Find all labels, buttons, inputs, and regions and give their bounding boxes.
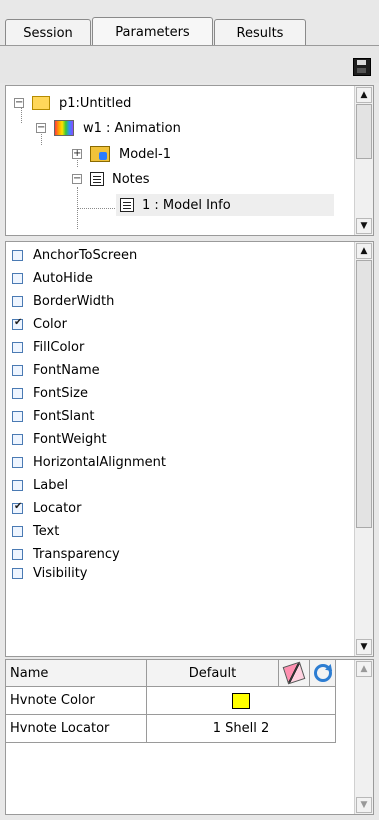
collapse-icon[interactable]: − [72,174,82,184]
attribute-row[interactable]: Text [12,520,59,542]
scroll-up-icon[interactable]: ▲ [356,243,372,259]
model-icon [90,146,110,162]
attribute-row[interactable]: Label [12,474,68,496]
tree-item-animation[interactable]: − w1 : Animation [36,117,181,139]
tree-item-project[interactable]: − p1:Untitled [14,92,131,114]
attribute-row[interactable]: FillColor [12,336,84,358]
checkbox-icon[interactable] [12,548,23,560]
attribute-row[interactable]: FontSize [12,382,88,404]
toolbar [0,46,379,83]
scroll-down-icon[interactable]: ▼ [356,797,372,813]
attribute-row[interactable]: Visibility [12,566,87,580]
table-row[interactable]: Hvnote Locator [6,715,147,743]
scroll-down-icon[interactable]: ▼ [356,218,372,234]
checkbox-icon[interactable] [12,410,23,422]
checkbox-icon[interactable] [12,387,23,399]
collapse-icon[interactable]: − [14,98,24,108]
attributes-panel: AnchorToScreen AutoHide BorderWidth Colo… [5,241,374,657]
attribute-row[interactable]: Locator [12,497,81,519]
checkbox-icon[interactable] [12,456,23,468]
refresh-button[interactable] [310,660,336,687]
checkbox-icon[interactable] [12,525,23,537]
tree-item-model-info[interactable]: 1 : Model Info [116,194,334,216]
expand-icon[interactable]: + [72,149,82,159]
table-panel: Name Default Hvnote Color Hvnote Locator… [5,659,374,815]
color-value-cell[interactable] [147,687,336,715]
attribute-row[interactable]: Color [12,313,67,335]
folder-icon [32,96,50,110]
collapse-icon[interactable]: − [36,123,46,133]
checkbox-icon[interactable] [12,479,23,491]
tree-panel: − p1:Untitled − w1 : Animation + Model-1… [5,85,374,236]
color-swatch-icon[interactable] [232,692,250,709]
note-icon [120,198,134,212]
tab-bar: Session Parameters Results [0,0,379,47]
column-header-default[interactable]: Default [147,660,279,687]
column-header-name[interactable]: Name [6,660,147,687]
table-scrollbar[interactable]: ▲ ▼ [354,660,373,814]
attribute-row[interactable]: FontName [12,359,100,381]
eraser-icon [282,661,306,685]
tree-item-notes[interactable]: − Notes [72,168,150,190]
scroll-up-icon[interactable]: ▲ [356,87,372,103]
table-row[interactable]: Hvnote Color [6,687,147,715]
attribute-row[interactable]: BorderWidth [12,290,114,312]
locator-value-cell[interactable]: 1 Shell 2 [147,715,336,743]
scroll-thumb[interactable] [356,104,372,159]
attribute-row[interactable]: FontWeight [12,428,107,450]
checkbox-icon[interactable] [12,341,23,353]
checked-box-icon[interactable] [12,317,23,330]
clear-button[interactable] [279,660,310,687]
save-icon[interactable] [353,58,371,76]
animation-icon [54,120,74,136]
checkbox-icon[interactable] [12,567,23,579]
checkbox-icon[interactable] [12,272,23,284]
attribute-row[interactable]: FontSlant [12,405,94,427]
notes-icon [90,172,104,186]
checkbox-icon[interactable] [12,295,23,307]
scroll-down-icon[interactable]: ▼ [356,639,372,655]
checked-box-icon[interactable] [12,501,23,514]
tree-scrollbar[interactable]: ▲ ▼ [354,86,373,235]
tab-session[interactable]: Session [5,19,91,46]
checkbox-icon[interactable] [12,433,23,445]
attribute-row[interactable]: HorizontalAlignment [12,451,166,473]
scroll-up-icon[interactable]: ▲ [356,661,372,677]
checkbox-icon[interactable] [12,364,23,376]
tab-results[interactable]: Results [214,19,306,46]
attributes-scrollbar[interactable]: ▲ ▼ [354,242,373,656]
attribute-row[interactable]: AnchorToScreen [12,244,137,266]
attribute-row[interactable]: Transparency [12,543,120,565]
checkbox-icon[interactable] [12,249,23,261]
attribute-row[interactable]: AutoHide [12,267,93,289]
scroll-thumb[interactable] [356,260,372,528]
tab-parameters[interactable]: Parameters [92,17,213,47]
refresh-icon [313,664,332,682]
tree-item-model[interactable]: + Model-1 [72,143,171,165]
